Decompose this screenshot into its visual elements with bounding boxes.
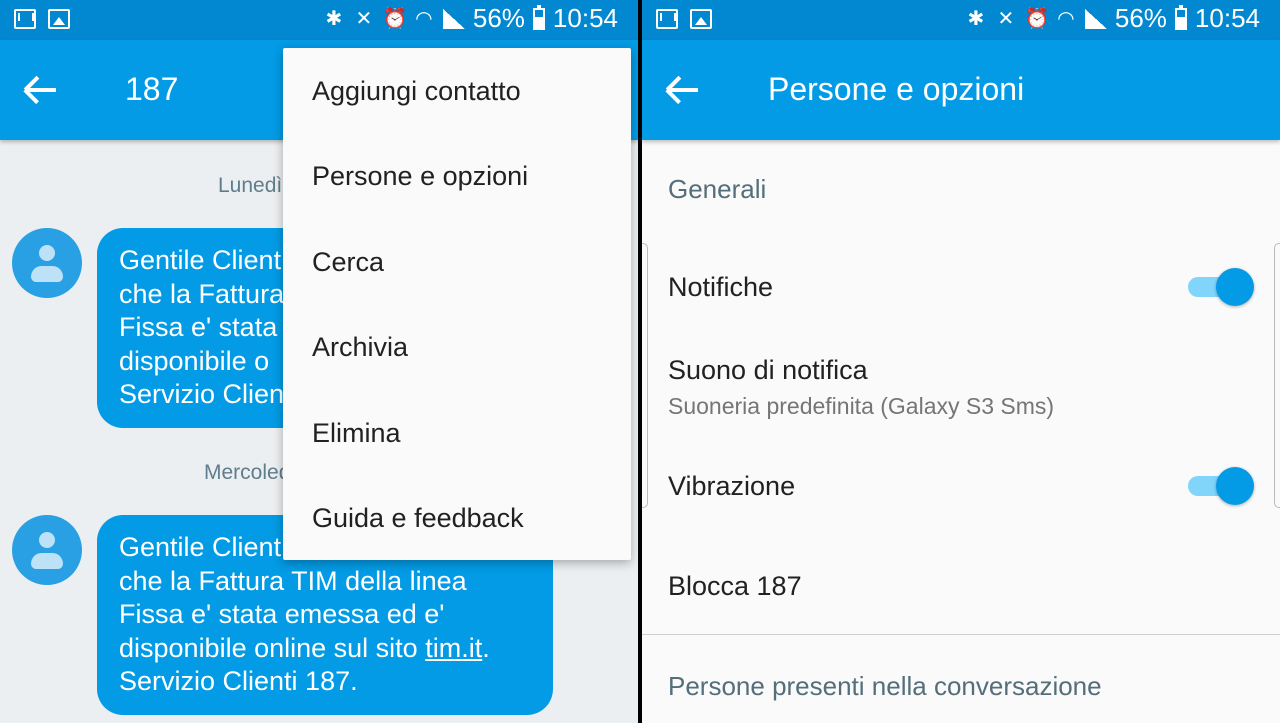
bluetooth-icon: ✱: [325, 8, 343, 30]
wifi-icon: ◠: [1057, 8, 1075, 30]
battery-percent: 56%: [1114, 3, 1167, 33]
avatar[interactable]: [12, 515, 82, 585]
menu-item-delete[interactable]: Elimina: [312, 418, 401, 449]
overflow-menu: Aggiungi contatto Persone e opzioni Cerc…: [283, 48, 631, 560]
settings-screen: ✱ ✕ ⏰ ◠ 56% 10:54 Persone e opzioni Gene…: [642, 0, 1280, 723]
edge-handle: [642, 243, 648, 508]
status-bar: ✱ ✕ ⏰ ◠ 56% 10:54: [642, 0, 1280, 40]
vibration-toggle[interactable]: [1188, 467, 1254, 505]
setting-value: Suoneria predefinita (Galaxy S3 Sms): [668, 393, 1055, 419]
mail-icon: [656, 9, 678, 29]
conversation-title: 187: [125, 71, 179, 107]
menu-item-archive[interactable]: Archivia: [312, 332, 408, 363]
message-line: disponibile online sul sito tim.it.: [119, 632, 490, 663]
back-arrow-icon[interactable]: [22, 68, 62, 112]
block-contact-button[interactable]: Blocca 187: [668, 571, 802, 602]
image-icon: [690, 9, 712, 29]
battery-icon: [532, 4, 545, 30]
mute-icon: ✕: [997, 8, 1015, 30]
message-line: Servizio Clienti 187.: [119, 666, 358, 696]
status-bar: ✱ ✕ ⏰ ◠ 56% 10:54: [0, 0, 638, 40]
mail-icon: [14, 9, 36, 29]
notifications-toggle[interactable]: [1188, 268, 1254, 306]
tim-link[interactable]: tim.it: [425, 633, 482, 663]
mute-icon: ✕: [355, 8, 373, 30]
conversation-screen: ✱ ✕ ⏰ ◠ 56% 10:54 187 Lunedì Gentile Cli…: [0, 0, 638, 723]
message-line: che la Fattura TIM della linea: [119, 565, 467, 596]
page-title: Persone e opzioni: [768, 71, 1025, 107]
clock: 10:54: [552, 3, 618, 33]
message-line: Fissa e' stata emessa ed e': [119, 599, 445, 629]
alarm-icon: ⏰: [382, 8, 408, 30]
divider: [642, 634, 1280, 635]
section-header-people: Persone presenti nella conversazione: [668, 671, 1102, 701]
avatar[interactable]: [12, 228, 82, 298]
edge-handle: [1274, 243, 1280, 508]
menu-item-search[interactable]: Cerca: [312, 247, 384, 278]
image-icon: [48, 9, 70, 29]
setting-label: Notifiche: [668, 272, 774, 302]
app-bar: Persone e opzioni: [642, 40, 1280, 140]
setting-label: Vibrazione: [668, 471, 796, 501]
battery-percent: 56%: [472, 3, 525, 33]
back-arrow-icon[interactable]: [664, 68, 704, 112]
date-separator: Lunedì: [218, 174, 283, 197]
signal-icon: [1084, 8, 1107, 29]
setting-label: Suono di notifica: [668, 355, 868, 385]
battery-icon: [1174, 4, 1187, 30]
menu-item-people-options[interactable]: Persone e opzioni: [312, 161, 528, 192]
menu-item-add-contact[interactable]: Aggiungi contatto: [312, 76, 521, 107]
date-separator: Mercoled: [204, 461, 291, 484]
alarm-icon: ⏰: [1024, 8, 1050, 30]
bluetooth-icon: ✱: [967, 8, 985, 30]
signal-icon: [442, 8, 465, 29]
section-header-general: Generali: [668, 174, 767, 204]
menu-item-help-feedback[interactable]: Guida e feedback: [312, 503, 524, 534]
clock: 10:54: [1194, 3, 1260, 33]
wifi-icon: ◠: [415, 8, 433, 30]
